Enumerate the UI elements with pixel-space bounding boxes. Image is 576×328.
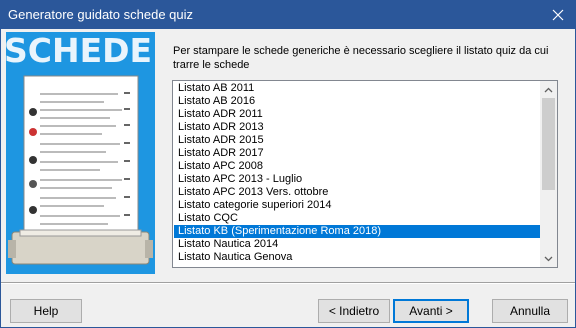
scroll-up-icon [544, 87, 553, 92]
cancel-button[interactable]: Annulla [492, 299, 568, 323]
list-item[interactable]: Listato APC 2008 [174, 160, 541, 173]
list-item[interactable]: Listato Nautica Genova [174, 251, 541, 264]
help-button[interactable]: Help [10, 299, 82, 323]
list-items: Listato AB 2011 Listato AB 2016 Listato … [174, 82, 541, 264]
close-button[interactable] [541, 1, 575, 29]
dialog-content: SCHEDE Per stampare le schede generiche … [1, 29, 575, 327]
title-bar[interactable]: Generatore guidato schede quiz [1, 1, 575, 29]
list-item[interactable]: Listato ADR 2017 [174, 147, 541, 160]
list-item[interactable]: Listato ADR 2011 [174, 108, 541, 121]
list-item[interactable]: Listato APC 2013 - Luglio [174, 173, 541, 186]
list-item[interactable]: Listato AB 2011 [174, 82, 541, 95]
vertical-scrollbar[interactable] [540, 81, 557, 267]
list-item[interactable]: Listato ADR 2013 [174, 121, 541, 134]
quiz-listing-listbox[interactable]: Listato AB 2011 Listato AB 2016 Listato … [172, 80, 558, 268]
list-item[interactable]: Listato CQC [174, 212, 541, 225]
list-item[interactable]: Listato APC 2013 Vers. ottobre [174, 186, 541, 199]
instruction-text: Per stampare le schede generiche è neces… [173, 45, 549, 71]
printer-illustration: SCHEDE [6, 32, 155, 274]
scroll-down-icon [544, 256, 553, 261]
list-item[interactable]: Listato categorie superiori 2014 [174, 199, 541, 212]
list-item[interactable]: Listato AB 2016 [174, 95, 541, 108]
list-item-selected[interactable]: Listato KB (Sperimentazione Roma 2018) [174, 225, 541, 238]
window-title: Generatore guidato schede quiz [8, 7, 194, 22]
wizard-window: Generatore guidato schede quiz SCHEDE Pe… [0, 0, 576, 328]
scroll-down-button[interactable] [540, 250, 557, 267]
close-icon [552, 9, 564, 21]
side-image-heading: SCHEDE [6, 32, 152, 70]
list-item[interactable]: Listato Nautica 2014 [174, 238, 541, 251]
next-button[interactable]: Avanti > [393, 299, 469, 323]
separator [1, 282, 575, 284]
list-item[interactable]: Listato ADR 2015 [174, 134, 541, 147]
scroll-thumb[interactable] [542, 98, 555, 190]
scroll-up-button[interactable] [540, 81, 557, 98]
back-button[interactable]: < Indietro [318, 299, 390, 323]
